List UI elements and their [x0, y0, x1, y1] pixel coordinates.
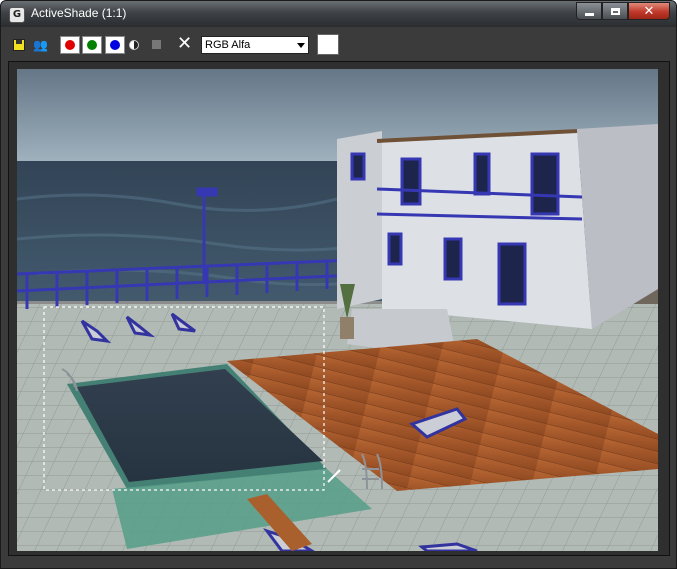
close-button[interactable]: ✕	[628, 2, 670, 20]
channel-value: RGB Alfa	[205, 39, 251, 51]
caption-buttons: ✕	[576, 2, 670, 20]
blue-channel-icon	[110, 40, 120, 50]
stop-icon[interactable]	[152, 40, 161, 49]
toolbar: 👥 ✕ RGB Alfa	[1, 27, 676, 61]
clone-icon[interactable]: 👥	[33, 38, 48, 52]
activeshade-window: G ActiveShade (1:1) ✕ 👥 ✕ RGB Alfa	[0, 0, 677, 569]
clear-icon[interactable]: ✕	[177, 35, 192, 53]
save-icon[interactable]	[13, 39, 25, 51]
green-channel-icon	[87, 40, 97, 50]
dropdown-arrow-icon	[297, 43, 305, 48]
minimize-icon	[584, 12, 594, 16]
color-swatch[interactable]	[317, 34, 339, 55]
app-icon[interactable]: G	[9, 7, 25, 23]
minimize-button[interactable]	[576, 2, 602, 20]
maximize-icon	[610, 7, 620, 15]
contrast-icon[interactable]	[129, 40, 139, 50]
green-channel-button[interactable]	[82, 36, 102, 54]
red-channel-icon	[65, 40, 75, 50]
render-viewport[interactable]	[17, 69, 658, 551]
window-title: ActiveShade (1:1)	[31, 6, 127, 20]
title-bar[interactable]: G ActiveShade (1:1) ✕	[1, 1, 676, 27]
rendered-scene	[17, 69, 658, 551]
maximize-button[interactable]	[602, 2, 628, 20]
close-icon: ✕	[643, 3, 655, 19]
blue-channel-button[interactable]	[105, 36, 125, 54]
channel-dropdown[interactable]: RGB Alfa	[201, 36, 309, 54]
red-channel-button[interactable]	[60, 36, 80, 54]
